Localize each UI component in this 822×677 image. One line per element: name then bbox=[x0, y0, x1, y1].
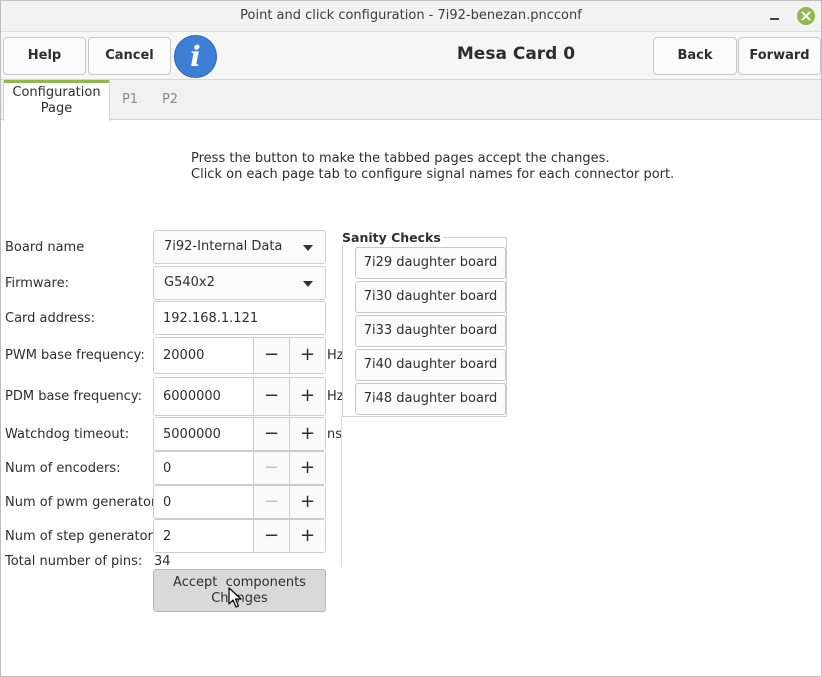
pdm-freq-decrement-button[interactable]: − bbox=[253, 378, 289, 415]
pdm-freq-input[interactable] bbox=[163, 378, 251, 415]
instruction-line: Press the button to make the tabbed page… bbox=[191, 151, 610, 166]
7i30-daughter-board-button[interactable]: 7i30 daughter board bbox=[355, 281, 506, 313]
watchdog-unit: ns bbox=[327, 427, 343, 442]
tab-bar: Configuration Page P1 P2 bbox=[1, 80, 821, 121]
toolbar: Help Cancel i Mesa Card 0 Back Forward bbox=[1, 32, 821, 80]
pwm-gen-decrement-button[interactable]: − bbox=[253, 486, 289, 518]
pwm-freq-spinner[interactable]: − + bbox=[153, 337, 326, 374]
back-button[interactable]: Back bbox=[653, 37, 737, 75]
pdm-freq-spinner[interactable]: − + bbox=[153, 377, 326, 416]
chevron-down-icon bbox=[303, 281, 313, 287]
pwm-gen-label: Num of pwm generators: bbox=[5, 495, 168, 510]
pwm-freq-decrement-button[interactable]: − bbox=[253, 338, 289, 373]
watchdog-decrement-button[interactable]: − bbox=[253, 418, 289, 450]
tab-label: Configuration bbox=[12, 85, 101, 100]
encoders-spinner[interactable]: − + bbox=[153, 451, 326, 485]
firmware-dropdown[interactable]: G540x2 bbox=[153, 266, 326, 300]
tab-p2[interactable]: P2 bbox=[153, 80, 187, 120]
firmware-label: Firmware: bbox=[5, 276, 69, 291]
board-name-value: 7i92-Internal Data bbox=[164, 239, 283, 254]
chevron-down-icon bbox=[303, 245, 313, 251]
pncconf-window: Point and click configuration - 7i92-ben… bbox=[0, 0, 822, 677]
encoders-label: Num of encoders: bbox=[5, 461, 121, 476]
watchdog-spinner[interactable]: − + bbox=[153, 417, 326, 451]
pwm-gen-spinner[interactable]: − + bbox=[153, 485, 326, 519]
total-pins-value: 34 bbox=[154, 554, 171, 569]
step-gen-increment-button[interactable]: + bbox=[289, 520, 325, 552]
card-address-input[interactable] bbox=[163, 302, 318, 334]
help-button[interactable]: Help bbox=[3, 37, 86, 75]
close-button[interactable] bbox=[797, 7, 815, 25]
pwm-freq-label: PWM base frequency: bbox=[5, 348, 145, 363]
cancel-button[interactable]: Cancel bbox=[88, 37, 171, 75]
minimize-button[interactable] bbox=[767, 7, 783, 25]
title-bar[interactable]: Point and click configuration - 7i92-ben… bbox=[1, 1, 821, 32]
watchdog-input[interactable] bbox=[163, 418, 251, 450]
mouse-pointer-icon bbox=[228, 587, 242, 608]
pwm-freq-input[interactable] bbox=[163, 338, 251, 373]
7i33-daughter-board-button[interactable]: 7i33 daughter board bbox=[355, 315, 506, 347]
total-pins-label: Total number of pins: bbox=[5, 554, 143, 569]
close-icon bbox=[801, 11, 811, 21]
tab-configuration-page[interactable]: Configuration Page bbox=[3, 80, 110, 121]
step-gen-decrement-button[interactable]: − bbox=[253, 520, 289, 552]
card-address-field[interactable] bbox=[153, 301, 326, 335]
info-glyph: i bbox=[190, 40, 201, 73]
tab-label: Page bbox=[40, 101, 73, 116]
7i29-daughter-board-button[interactable]: 7i29 daughter board bbox=[355, 247, 506, 279]
step-gen-input[interactable] bbox=[163, 520, 251, 552]
firmware-value: G540x2 bbox=[164, 275, 215, 290]
pdm-freq-label: PDM base frequency: bbox=[5, 389, 142, 404]
window-title: Point and click configuration - 7i92-ben… bbox=[240, 8, 582, 23]
board-name-dropdown[interactable]: 7i92-Internal Data bbox=[153, 230, 326, 264]
board-name-label: Board name bbox=[5, 240, 85, 255]
7i48-daughter-board-button[interactable]: 7i48 daughter board bbox=[355, 383, 506, 415]
pwm-freq-increment-button[interactable]: + bbox=[289, 338, 325, 373]
divider bbox=[341, 417, 342, 567]
7i40-daughter-board-button[interactable]: 7i40 daughter board bbox=[355, 349, 506, 381]
info-icon[interactable]: i bbox=[174, 35, 217, 78]
card-address-label: Card address: bbox=[5, 311, 95, 326]
pwm-gen-increment-button[interactable]: + bbox=[289, 486, 325, 518]
encoders-input[interactable] bbox=[163, 452, 251, 484]
sanity-checks-title: Sanity Checks bbox=[342, 230, 443, 245]
page-title: Mesa Card 0 bbox=[456, 44, 576, 64]
pdm-freq-increment-button[interactable]: + bbox=[289, 378, 325, 415]
instructions: Press the button to make the tabbed page… bbox=[191, 151, 674, 183]
step-gen-spinner[interactable]: − + bbox=[153, 519, 326, 553]
encoders-decrement-button[interactable]: − bbox=[253, 452, 289, 484]
watchdog-increment-button[interactable]: + bbox=[289, 418, 325, 450]
watchdog-label: Watchdog timeout: bbox=[5, 427, 130, 442]
tab-p1[interactable]: P1 bbox=[113, 80, 147, 120]
forward-button[interactable]: Forward bbox=[738, 37, 821, 75]
step-gen-label: Num of step generators: bbox=[5, 529, 165, 544]
encoders-increment-button[interactable]: + bbox=[289, 452, 325, 484]
pwm-gen-input[interactable] bbox=[163, 486, 251, 518]
instruction-line: Click on each page tab to configure sign… bbox=[191, 167, 675, 182]
